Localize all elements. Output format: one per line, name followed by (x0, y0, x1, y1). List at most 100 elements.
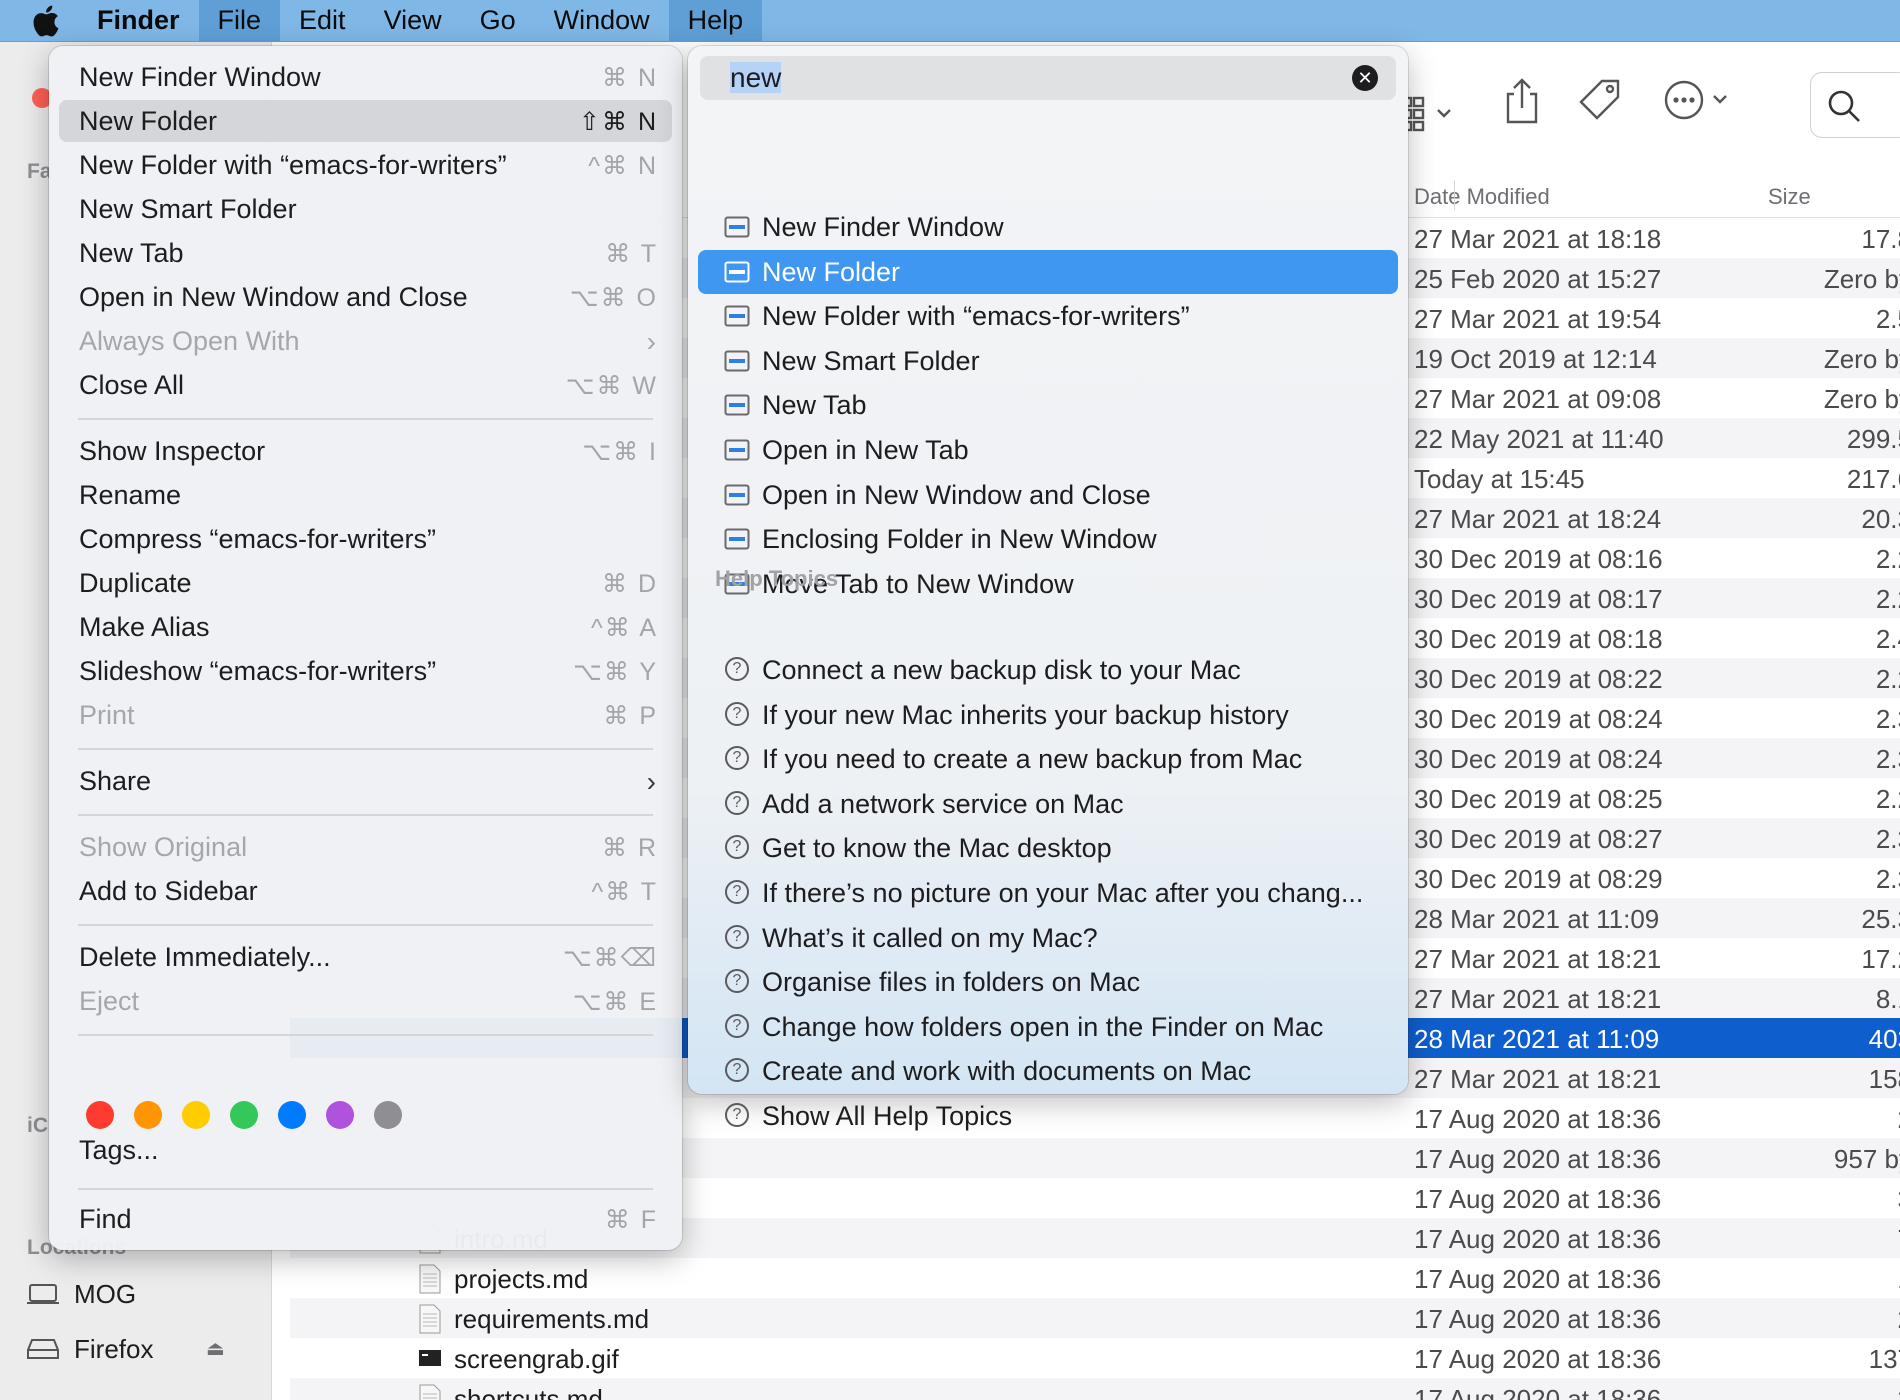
table-row[interactable]: requirements.md17 Aug 2020 at 18:362 (290, 1298, 1900, 1338)
menu-item-new-tab[interactable]: New Tab ⌘ T (59, 232, 672, 274)
help-result-item[interactable]: New Tab (698, 383, 1398, 427)
table-row[interactable]: shortcuts.md17 Aug 2020 at 18:362 (290, 1378, 1900, 1400)
menu-item-label: New Finder Window (79, 62, 321, 92)
tag-yellow-button[interactable] (182, 1101, 210, 1129)
help-topic-item[interactable]: ? If there’s no picture on your Mac after… (698, 871, 1398, 915)
help-topic-item[interactable]: ? Change how folders open in the Finder o… (698, 1005, 1398, 1049)
help-result-item[interactable]: New Finder Window (698, 205, 1398, 249)
column-date-modified[interactable]: Date Modified (1414, 184, 1550, 210)
file-date-modified: 28 Mar 2021 at 11:09 (1414, 1024, 1660, 1054)
help-topic-item[interactable]: ? Connect a new backup disk to your Mac (698, 648, 1398, 692)
menu-item-open-new-window-close[interactable]: Open in New Window and Close ⌥⌘ O (59, 276, 672, 318)
document-file-icon (419, 1264, 441, 1294)
menu-item-new-smart-folder[interactable]: New Smart Folder (59, 188, 672, 230)
menu-item-share[interactable]: Share › (59, 760, 672, 802)
help-question-icon: ? (725, 1013, 749, 1038)
more-actions-icon[interactable] (1662, 78, 1732, 122)
help-topic-item[interactable]: ? Get to know the Mac desktop (698, 826, 1398, 870)
tag-red-button[interactable] (86, 1101, 114, 1129)
help-search-field[interactable]: new ✕ (700, 56, 1396, 100)
sidebar-favourites-heading: Fa (27, 160, 52, 183)
menubar-finder[interactable]: Finder (78, 0, 199, 42)
help-topic-item[interactable]: ? Create and work with documents on Mac (698, 1049, 1398, 1093)
menu-item-find[interactable]: Find ⌘ F (59, 1198, 672, 1240)
menu-item-delete-immediately[interactable]: Delete Immediately... ⌥⌘⌫ (59, 936, 672, 978)
help-result-label: Open in New Window and Close (762, 479, 1151, 510)
file-size: 299.5 (1846, 424, 1900, 454)
tag-green-button[interactable] (230, 1101, 258, 1129)
eject-icon[interactable]: ⏏ (206, 1336, 225, 1361)
menu-item-duplicate[interactable]: Duplicate ⌘ D (59, 562, 672, 604)
help-topic-item[interactable]: ? Add a network service on Mac (698, 782, 1398, 826)
menu-item-new-folder[interactable]: New Folder ⇧⌘ N (59, 100, 672, 142)
file-size: 2.3 (1875, 864, 1900, 894)
column-size[interactable]: Size (1768, 184, 1811, 210)
menu-item-shortcut: ⌥⌘ O (569, 284, 658, 312)
menu-item-show-inspector[interactable]: Show Inspector ⌥⌘ I (59, 430, 672, 472)
sidebar-item-mog[interactable]: MOG (26, 1274, 136, 1314)
menubar-help[interactable]: Help (668, 0, 763, 42)
help-result-label: New Tab (762, 390, 867, 421)
file-date-modified: 19 Oct 2019 at 12:14 (1414, 344, 1657, 374)
help-result-item[interactable]: New Folder with “emacs-for-writers” (698, 294, 1398, 338)
file-date-modified: 17 Aug 2020 at 18:36 (1414, 1344, 1662, 1374)
tag-orange-button[interactable] (134, 1101, 162, 1129)
table-row[interactable]: projects.md17 Aug 2020 at 18:361 (290, 1258, 1900, 1298)
menu-item-always-open-with: Always Open With › (59, 320, 672, 362)
clear-search-icon[interactable]: ✕ (1352, 65, 1378, 91)
file-size: 158 (1868, 1064, 1900, 1094)
help-topic-item[interactable]: ? What’s it called on my Mac? (698, 916, 1398, 960)
apple-menu-icon[interactable] (0, 0, 60, 42)
menu-item-icon (724, 261, 750, 283)
file-date-modified: 17 Aug 2020 at 18:36 (1414, 1264, 1662, 1294)
table-row[interactable]: screengrab.gif 17 Aug 2020 at 18:36 137 (290, 1338, 1900, 1378)
help-result-item[interactable]: New Folder (698, 249, 1398, 294)
file-size: 8.1 (1875, 984, 1900, 1014)
help-result-item[interactable]: Open in New Window and Close (698, 473, 1398, 517)
tag-gray-button[interactable] (374, 1101, 402, 1129)
tag-icon[interactable] (1578, 78, 1622, 122)
file-date-modified: 30 Dec 2019 at 08:18 (1414, 624, 1663, 654)
menu-item-label: New Folder with “emacs-for-writers” (79, 150, 507, 180)
file-date-modified: Today at 15:45 (1414, 464, 1585, 494)
help-topic-item[interactable]: ? Organise files in folders on Mac (698, 960, 1398, 1004)
file-date-modified: 30 Dec 2019 at 08:29 (1414, 864, 1663, 894)
menubar-file[interactable]: File (198, 0, 281, 42)
help-topic-label: Get to know the Mac desktop (762, 833, 1112, 864)
help-search-input[interactable]: new (730, 62, 782, 94)
file-size: 2.2 (1875, 784, 1900, 814)
menubar-window[interactable]: Window (535, 0, 669, 42)
help-topic-item[interactable]: ? If you need to create a new backup from… (698, 737, 1398, 781)
menu-item-compress[interactable]: Compress “emacs-for-writers” (59, 518, 672, 560)
menu-item-icon (724, 350, 750, 372)
sidebar-item-firefox[interactable]: Firefox (26, 1329, 153, 1369)
menubar-go[interactable]: Go (461, 0, 535, 42)
tag-blue-button[interactable] (278, 1101, 306, 1129)
menu-item-add-to-sidebar[interactable]: Add to Sidebar ^⌘ T (59, 870, 672, 912)
menu-item-slideshow[interactable]: Slideshow “emacs-for-writers” ⌥⌘ Y (59, 650, 672, 692)
menu-item-close-all[interactable]: Close All ⌥⌘ W (59, 364, 672, 406)
help-question-icon: ? (725, 1103, 749, 1127)
menu-item-rename[interactable]: Rename (59, 474, 672, 516)
menubar-view[interactable]: View (365, 0, 461, 42)
group-by-icon[interactable] (1400, 94, 1460, 134)
menu-item-show-original: Show Original ⌘ R (59, 826, 672, 868)
menu-item-new-finder-window[interactable]: New Finder Window ⌘ N (59, 56, 672, 98)
help-result-item[interactable]: Open in New Tab (698, 428, 1398, 472)
menubar-edit[interactable]: Edit (280, 0, 365, 42)
menu-item-make-alias[interactable]: Make Alias ^⌘ A (59, 606, 672, 648)
help-question-icon: ? (725, 790, 749, 815)
file-size: 20.3 (1861, 504, 1900, 534)
help-result-item[interactable]: New Smart Folder (698, 339, 1398, 383)
help-result-item[interactable]: Enclosing Folder in New Window (698, 517, 1398, 561)
menu-item-new-folder-with-selection[interactable]: New Folder with “emacs-for-writers” ^⌘ N (59, 144, 672, 186)
menu-item-shortcut: ⌘ T (605, 240, 658, 268)
menu-item-tags[interactable]: Tags... (59, 1129, 672, 1171)
help-topic-item[interactable]: ? Show All Help Topics (698, 1094, 1398, 1138)
help-result-label: New Finder Window (762, 212, 1004, 242)
tag-purple-button[interactable] (326, 1101, 354, 1129)
share-icon[interactable] (1504, 78, 1540, 124)
help-topic-item[interactable]: ? If your new Mac inherits your backup hi… (698, 693, 1398, 737)
sidebar-item-label: MOG (74, 1278, 137, 1309)
search-field[interactable] (1810, 72, 1900, 138)
